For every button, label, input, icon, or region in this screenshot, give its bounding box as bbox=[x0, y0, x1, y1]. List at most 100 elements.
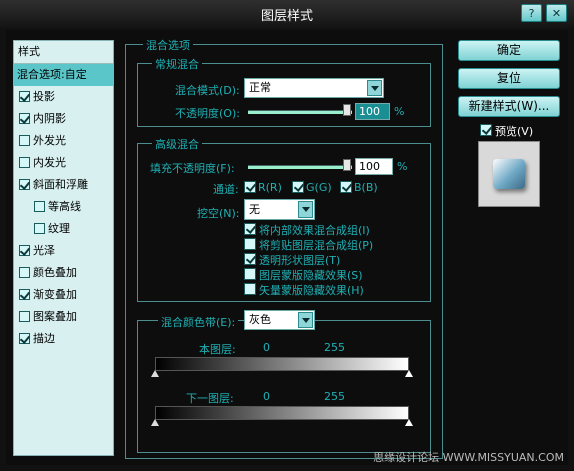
channel-g-checkbox[interactable] bbox=[292, 181, 304, 193]
underlying-layer-black-slider[interactable] bbox=[151, 419, 159, 426]
list-item-label: 光泽 bbox=[33, 244, 55, 257]
watermark: 思缘设计论坛 WWW.MISSYUAN.COM bbox=[373, 451, 564, 464]
list-item-label: 图案叠加 bbox=[33, 310, 77, 323]
stroke-checkbox[interactable] bbox=[19, 333, 30, 344]
list-item-blending-options[interactable]: 混合选项:自定 bbox=[14, 64, 113, 86]
channel-r-checkbox[interactable] bbox=[244, 181, 256, 193]
knockout-value: 无 bbox=[249, 203, 260, 216]
this-layer-gradient[interactable] bbox=[155, 357, 409, 371]
color-overlay-checkbox[interactable] bbox=[19, 267, 30, 278]
list-item-label: 内阴影 bbox=[33, 112, 66, 125]
underlying-layer-white-slider[interactable] bbox=[405, 419, 413, 426]
list-item-inner-shadow[interactable]: 内阴影 bbox=[14, 108, 113, 130]
underlying-layer-label: 下一图层: bbox=[186, 392, 234, 405]
blend-if-label: 混合颜色带(E): bbox=[158, 314, 239, 330]
list-item-inner-glow[interactable]: 内发光 bbox=[14, 152, 113, 174]
list-item-label: 等高线 bbox=[48, 200, 81, 213]
list-item-contour[interactable]: 等高线 bbox=[14, 196, 113, 218]
pattern-overlay-checkbox[interactable] bbox=[19, 311, 30, 322]
list-item-label: 颜色叠加 bbox=[33, 266, 77, 279]
opacity-slider-thumb[interactable] bbox=[343, 104, 351, 116]
satin-checkbox[interactable] bbox=[19, 245, 30, 256]
opacity-label: 不透明度(O): bbox=[175, 107, 240, 120]
this-layer-white-slider[interactable] bbox=[405, 370, 413, 377]
bevel-emboss-checkbox[interactable] bbox=[19, 179, 30, 190]
blend-mode-label: 混合模式(D): bbox=[175, 84, 240, 97]
opacity-percent: % bbox=[394, 105, 405, 118]
this-layer-high: 255 bbox=[324, 341, 345, 354]
opacity-slider-track[interactable] bbox=[248, 110, 352, 114]
new-style-button[interactable]: 新建样式(W)... bbox=[458, 96, 560, 117]
list-item-gradient-overlay[interactable]: 渐变叠加 bbox=[14, 284, 113, 306]
list-item-label: 内发光 bbox=[33, 156, 66, 169]
chevron-down-icon[interactable] bbox=[298, 312, 313, 328]
blend-if-select[interactable]: 灰色 bbox=[244, 310, 315, 330]
underlying-layer-gradient[interactable] bbox=[155, 406, 409, 420]
blend-if-group bbox=[137, 320, 431, 453]
list-item-pattern-overlay[interactable]: 图案叠加 bbox=[14, 306, 113, 328]
transparency-shapes-label: 透明形状图层(T) bbox=[259, 254, 341, 267]
blend-mode-select[interactable]: 正常 bbox=[244, 78, 384, 98]
preview-label: 预览(V) bbox=[495, 125, 534, 138]
list-item-label: 描边 bbox=[33, 332, 55, 345]
chevron-down-icon[interactable] bbox=[298, 201, 313, 218]
help-button[interactable]: ? bbox=[521, 4, 542, 22]
channel-r-label: R(R) bbox=[258, 181, 282, 194]
fill-opacity-slider-track[interactable] bbox=[248, 165, 352, 169]
list-item-label: 混合选项:自定 bbox=[17, 68, 87, 81]
channel-b-checkbox[interactable] bbox=[340, 181, 352, 193]
list-item-label: 外发光 bbox=[33, 134, 66, 147]
close-button[interactable]: ✕ bbox=[546, 4, 567, 22]
this-layer-black-slider[interactable] bbox=[151, 370, 159, 377]
blending-options-title: 混合选项 bbox=[143, 37, 193, 53]
texture-checkbox[interactable] bbox=[34, 223, 45, 234]
fill-opacity-label: 填充不透明度(F): bbox=[150, 162, 235, 175]
layer-style-dialog: 图层样式 ? ✕ 样式 混合选项:自定 投影 内阴影 外发光 内发光 斜面和浮雕… bbox=[0, 0, 574, 471]
gradient-overlay-checkbox[interactable] bbox=[19, 289, 30, 300]
list-item-texture[interactable]: 纹理 bbox=[14, 218, 113, 240]
list-item-label: 投影 bbox=[33, 90, 55, 103]
list-item-bevel-emboss[interactable]: 斜面和浮雕 bbox=[14, 174, 113, 196]
drop-shadow-checkbox[interactable] bbox=[19, 91, 30, 102]
outer-glow-checkbox[interactable] bbox=[19, 135, 30, 146]
advanced-blending-title: 高级混合 bbox=[152, 136, 202, 152]
list-item-label: 纹理 bbox=[48, 222, 70, 235]
list-item-label: 渐变叠加 bbox=[33, 288, 77, 301]
close-icon: ✕ bbox=[551, 7, 562, 20]
inner-glow-checkbox[interactable] bbox=[19, 157, 30, 168]
channels-label: 通道: bbox=[213, 183, 239, 196]
vector-mask-hides-checkbox[interactable] bbox=[244, 283, 256, 295]
title-bar[interactable]: 图层样式 ? ✕ bbox=[0, 0, 574, 28]
knockout-label: 挖空(N): bbox=[197, 207, 240, 220]
list-item-stroke[interactable]: 描边 bbox=[14, 328, 113, 350]
underlying-layer-low: 0 bbox=[263, 390, 270, 403]
layer-mask-hides-checkbox[interactable] bbox=[244, 268, 256, 280]
list-item-drop-shadow[interactable]: 投影 bbox=[14, 86, 113, 108]
blend-if-value: 灰色 bbox=[249, 313, 271, 326]
list-item-outer-glow[interactable]: 外发光 bbox=[14, 130, 113, 152]
layer-mask-hides-label: 图层蒙版隐藏效果(S) bbox=[259, 269, 363, 282]
general-blending-title: 常规混合 bbox=[152, 56, 202, 72]
channel-g-label: G(G) bbox=[306, 181, 332, 194]
reset-button[interactable]: 复位 bbox=[458, 68, 560, 89]
fill-opacity-input[interactable]: 100 bbox=[355, 158, 393, 175]
styles-list-header[interactable]: 样式 bbox=[14, 41, 113, 64]
blend-interior-label: 将内部效果混合成组(I) bbox=[259, 224, 370, 237]
blend-clipped-label: 将剪贴图层混合成组(P) bbox=[259, 239, 374, 252]
list-item-satin[interactable]: 光泽 bbox=[14, 240, 113, 262]
knockout-select[interactable]: 无 bbox=[244, 199, 315, 220]
fill-opacity-slider-thumb[interactable] bbox=[343, 159, 351, 171]
preview-checkbox[interactable] bbox=[480, 124, 492, 136]
blend-interior-checkbox[interactable] bbox=[244, 223, 256, 235]
vector-mask-hides-label: 矢量蒙版隐藏效果(H) bbox=[259, 284, 364, 297]
opacity-input[interactable]: 100 bbox=[355, 103, 390, 120]
style-preview-thumbnail bbox=[478, 141, 540, 207]
ok-button[interactable]: 确定 bbox=[458, 40, 560, 61]
inner-shadow-checkbox[interactable] bbox=[19, 113, 30, 124]
transparency-shapes-checkbox[interactable] bbox=[244, 253, 256, 265]
blend-clipped-checkbox[interactable] bbox=[244, 238, 256, 250]
list-item-color-overlay[interactable]: 颜色叠加 bbox=[14, 262, 113, 284]
this-layer-low: 0 bbox=[263, 341, 270, 354]
chevron-down-icon[interactable] bbox=[367, 80, 382, 96]
contour-checkbox[interactable] bbox=[34, 201, 45, 212]
